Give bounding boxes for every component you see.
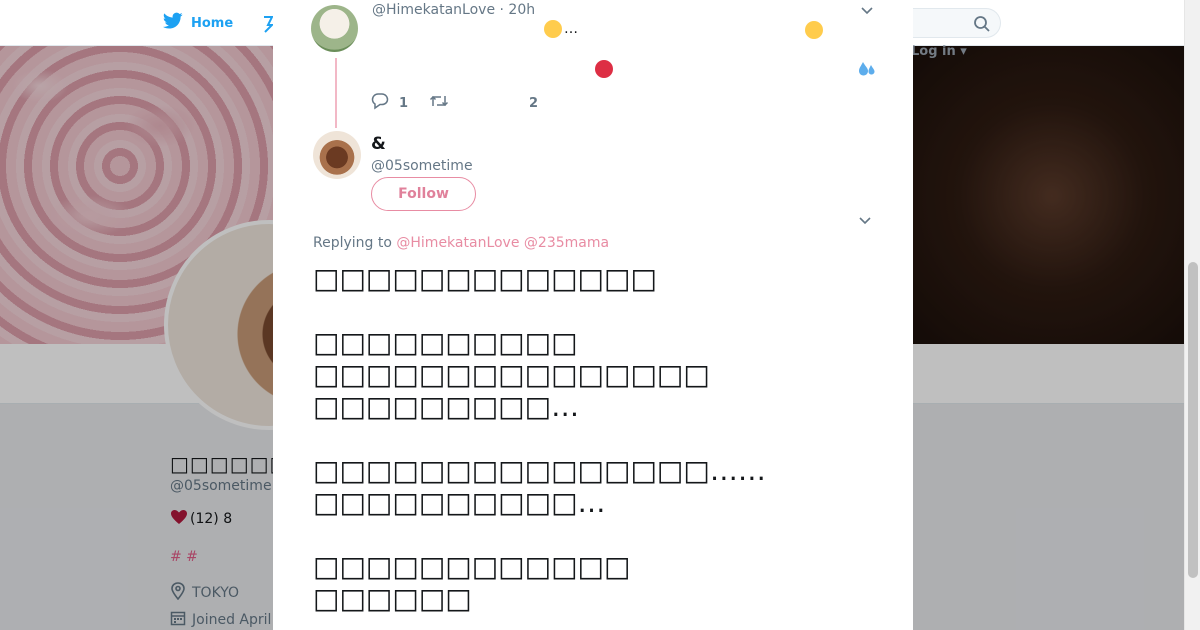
- retweet-icon: [429, 93, 449, 113]
- chevron-down-icon: [859, 3, 875, 22]
- tweet-author-handle[interactable]: @05sometime: [371, 158, 473, 174]
- twitter-bird-icon: [162, 12, 183, 34]
- conversation-thread-line: [335, 58, 337, 128]
- tweet-line: □□□□□□: [313, 582, 472, 615]
- sweat-droplets-icon: [858, 60, 876, 82]
- like-button[interactable]: 2: [529, 96, 538, 111]
- tweet-menu-button[interactable]: [857, 212, 873, 232]
- chevron-down-icon: [857, 213, 873, 232]
- replying-to-mentions[interactable]: @HimekatanLove @235mama: [396, 235, 609, 251]
- search-input[interactable]: [905, 8, 1001, 38]
- tweet-line: □□□□□□□□□□□□□: [313, 262, 657, 295]
- tweet-text: □□□□□□□□□□□□□ □□□□□□□□□□ □□□□□□□□□□□□□□□ □□…: [313, 263, 873, 630]
- previous-tweet-meta[interactable]: @HimekatanLove · 20h: [372, 2, 535, 18]
- close-modal-button[interactable]: [1154, 11, 1180, 37]
- tweet-line: □□□□□□□□□□…: [313, 486, 606, 519]
- tweet-paragraph: □□□□□□□□□□ □□□□□□□□□□□□□□□ □□□□□□□□□…: [313, 327, 873, 423]
- retweet-button[interactable]: [429, 93, 529, 113]
- tweet-paragraph: □□□□□□□□□□□□□: [313, 263, 873, 295]
- tweet-paragraph: □□□□□□□□□□□□ □□□□□□: [313, 551, 873, 615]
- reply-count: 1: [399, 95, 409, 111]
- tweet-line: □□□□□□□□□□□□: [313, 550, 631, 583]
- close-icon: [1154, 14, 1178, 39]
- pouting-emoji-icon: [805, 21, 823, 39]
- follow-button[interactable]: Follow: [371, 177, 476, 211]
- scrollbar-thumb[interactable]: [1188, 262, 1198, 578]
- replying-to-line: Replying to @HimekatanLove @235mama: [313, 235, 609, 251]
- like-count: 2: [529, 95, 539, 111]
- tweet-line: □□□□□□□□□…: [313, 390, 580, 423]
- previous-tweet-menu-button[interactable]: [859, 2, 875, 22]
- reply-icon: [371, 92, 389, 114]
- tweet-line: □□□□□□□□□□: [313, 326, 578, 359]
- tweet-author-name[interactable]: &: [371, 134, 386, 154]
- previous-tweet-ellipsis: …: [564, 21, 578, 37]
- replying-to-label: Replying to: [313, 235, 392, 251]
- previous-tweet-actions: 1 2: [371, 92, 538, 114]
- tweet-line: □□□□□□□□□□□□□□□……: [313, 454, 766, 487]
- angry-emoji-icon: [595, 60, 613, 78]
- previous-tweet-avatar[interactable]: [311, 5, 358, 52]
- tweet-permalink-modal: @HimekatanLove · 20h … 1 2 & @05sometime: [273, 0, 913, 630]
- tweet-paragraph: □□□□□□□□□□□□□□□…… □□□□□□□□□□…: [313, 455, 873, 519]
- home-label: Home: [191, 15, 234, 31]
- reply-button[interactable]: 1: [371, 92, 429, 114]
- previous-tweet-text: …: [544, 20, 578, 38]
- search-icon: [973, 15, 991, 37]
- tweet-author-avatar[interactable]: [313, 131, 361, 179]
- tweet-line: □□□□□□□□□□□□□□□: [313, 358, 710, 391]
- page-scrollbar[interactable]: [1184, 0, 1200, 630]
- smiling-emoji-icon: [544, 20, 562, 38]
- home-link[interactable]: Home: [162, 12, 234, 34]
